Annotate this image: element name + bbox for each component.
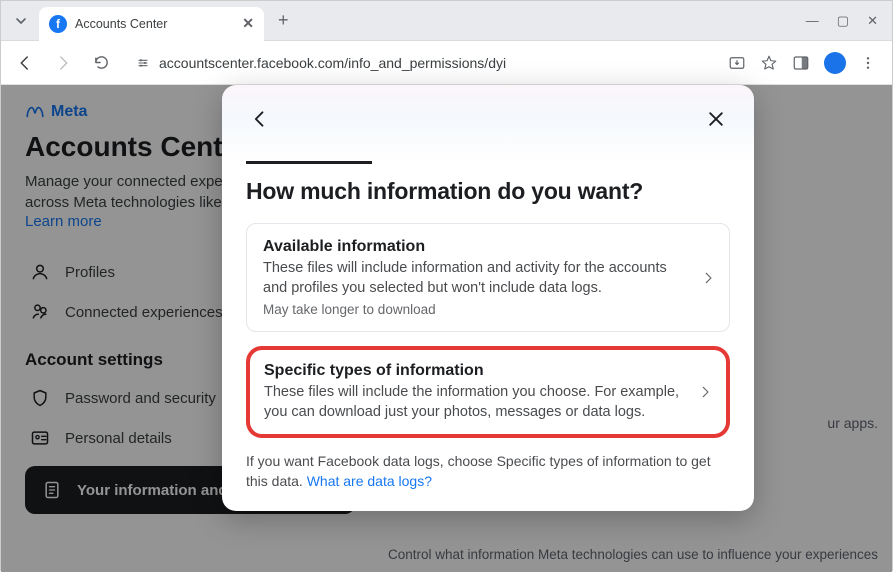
data-logs-link[interactable]: What are data logs?: [307, 473, 432, 489]
page-content: Meta Accounts Center Manage your connect…: [1, 85, 892, 572]
window-controls: — ▢ ✕: [806, 13, 884, 29]
bookmark-star-icon[interactable]: [760, 54, 778, 72]
facebook-favicon: f: [49, 15, 67, 33]
progress-indicator: [246, 161, 372, 164]
new-tab-button[interactable]: +: [270, 6, 297, 35]
browser-tab-strip: f Accounts Center ✕ + — ▢ ✕: [1, 1, 892, 41]
option-description: These files will include the information…: [264, 382, 682, 422]
option-description: These files will include information and…: [263, 258, 685, 298]
side-panel-icon[interactable]: [792, 54, 810, 72]
modal-dialog: How much information do you want? Availa…: [222, 85, 754, 511]
option-available-information[interactable]: Available information These files will i…: [246, 223, 730, 332]
modal-back-button[interactable]: [246, 105, 274, 133]
profile-avatar-icon[interactable]: [824, 52, 846, 74]
browser-tab[interactable]: f Accounts Center ✕: [39, 7, 264, 41]
nav-back-button[interactable]: [11, 49, 39, 77]
site-settings-icon[interactable]: [135, 55, 151, 71]
tab-dropdown[interactable]: [9, 9, 33, 33]
chevron-right-icon: [701, 271, 715, 285]
option-specific-types[interactable]: Specific types of information These file…: [246, 346, 730, 438]
option-title: Specific types of information: [264, 362, 682, 380]
window-maximize-icon[interactable]: ▢: [837, 13, 849, 29]
option-subtext: May take longer to download: [263, 302, 685, 317]
address-bar: accountscenter.facebook.com/info_and_per…: [1, 41, 892, 85]
option-title: Available information: [263, 238, 685, 256]
nav-forward-button[interactable]: [49, 49, 77, 77]
nav-reload-button[interactable]: [87, 49, 115, 77]
install-app-icon[interactable]: [728, 54, 746, 72]
modal-footer-text: If you want Facebook data logs, choose S…: [246, 452, 730, 491]
tab-close-icon[interactable]: ✕: [242, 15, 254, 32]
tab-title: Accounts Center: [75, 17, 234, 31]
window-close-icon[interactable]: ✕: [867, 13, 878, 29]
modal-close-button[interactable]: [702, 105, 730, 133]
url-field[interactable]: accountscenter.facebook.com/info_and_per…: [125, 55, 718, 71]
chevron-right-icon: [698, 385, 712, 399]
url-text: accountscenter.facebook.com/info_and_per…: [159, 55, 506, 71]
browser-menu-icon[interactable]: [860, 55, 876, 71]
window-minimize-icon[interactable]: —: [806, 13, 819, 29]
modal-title: How much information do you want?: [246, 178, 730, 205]
